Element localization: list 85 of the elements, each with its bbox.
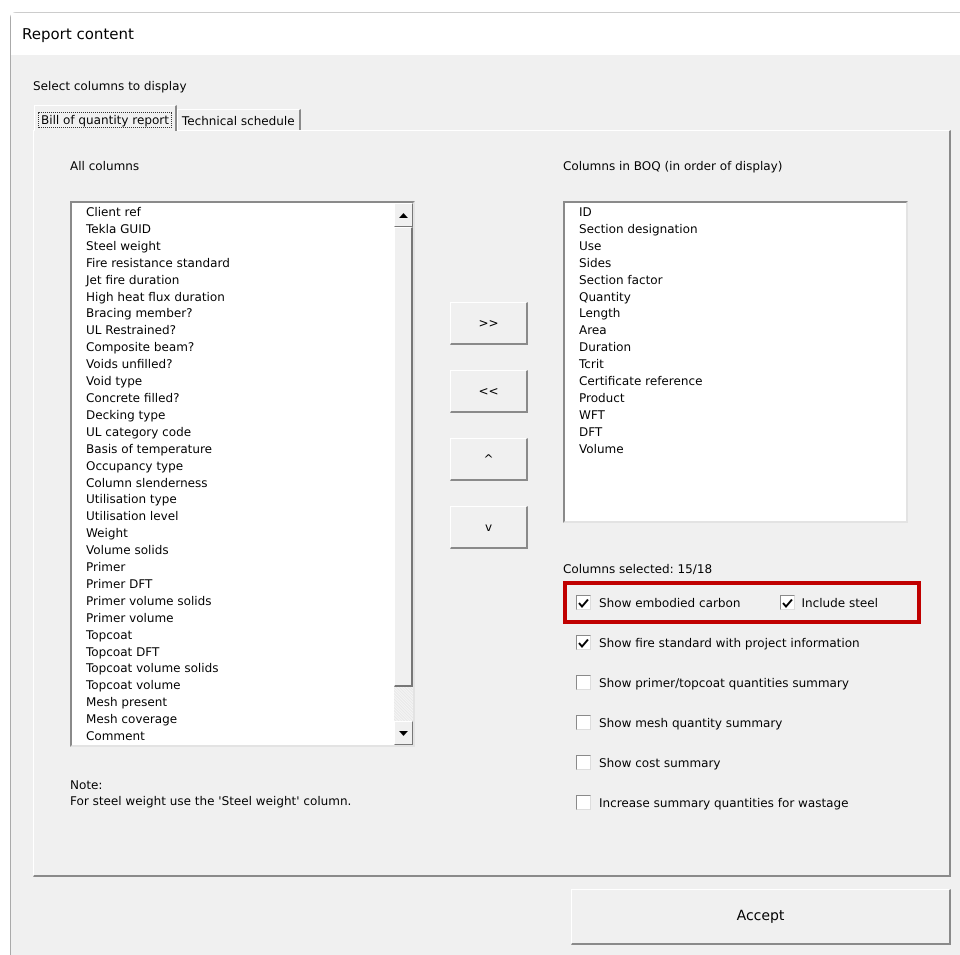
list-item[interactable]: Decking type — [86, 406, 394, 424]
list-item[interactable]: Utilisation level — [86, 508, 394, 526]
list-item[interactable]: Basis of temperature — [86, 440, 394, 458]
check-icon — [782, 598, 794, 608]
check-icon — [578, 598, 589, 608]
list-item[interactable]: Sides — [579, 254, 906, 272]
checkbox-label: Include steel — [801, 594, 878, 612]
list-label: All columns — [70, 159, 140, 173]
move-button[interactable]: << — [450, 370, 528, 413]
checkbox-label: Show embodied carbon — [599, 594, 740, 612]
list-item[interactable]: Quantity — [579, 288, 906, 306]
list-label: Columns in BOQ (in order of display) — [563, 159, 782, 173]
list-item[interactable]: Volume solids — [86, 542, 394, 560]
checkbox[interactable] — [576, 755, 591, 770]
triangle-down-icon — [399, 730, 408, 736]
list-item[interactable]: Bracing member? — [86, 305, 394, 322]
list-item[interactable]: Primer volume — [86, 610, 394, 627]
list-item[interactable]: Tcrit — [579, 356, 906, 374]
scroll-up-button[interactable] — [394, 203, 413, 227]
checkbox[interactable] — [576, 675, 591, 690]
list-item[interactable]: UL category code — [86, 424, 394, 441]
move-button[interactable]: ^ — [450, 438, 528, 481]
checkbox-label: Show fire standard with project information — [599, 634, 860, 652]
list-item[interactable]: Volume — [579, 440, 906, 458]
list-item[interactable]: Tekla GUID — [86, 220, 394, 238]
list-item[interactable]: Product — [579, 390, 906, 407]
checkbox-label: Increase summary quantities for wastage — [599, 794, 849, 812]
list-item[interactable]: Mesh present — [86, 694, 394, 712]
list-item[interactable]: Section designation — [579, 220, 906, 238]
list-item[interactable]: Section factor — [579, 272, 906, 289]
list-item[interactable]: Steel weight — [86, 238, 394, 255]
checkbox[interactable] — [780, 595, 796, 610]
list-item[interactable]: Certificate reference — [579, 373, 906, 390]
list-item[interactable]: Voids unfilled? — [86, 356, 394, 374]
list-item[interactable]: Primer DFT — [86, 576, 394, 593]
list-item[interactable]: Fire resistance standard — [86, 254, 394, 272]
list-item[interactable]: Topcoat volume — [86, 677, 394, 694]
list-item[interactable]: Void type — [86, 373, 394, 390]
list-item[interactable]: High heat flux duration — [86, 288, 394, 306]
scrollbar-thumb[interactable] — [394, 227, 413, 687]
note-title: Note: — [70, 777, 104, 793]
list-item[interactable]: Use — [579, 238, 906, 255]
scroll-down-button[interactable] — [394, 721, 413, 745]
list-item[interactable]: Topcoat — [86, 626, 394, 644]
list-item[interactable]: ID — [579, 204, 906, 221]
note-text: For steel weight use the 'Steel weight' column. — [70, 793, 352, 809]
triangle-up-icon — [399, 212, 408, 218]
list-item[interactable]: Client ref — [86, 204, 394, 221]
list-item[interactable]: WFT — [579, 406, 906, 424]
checkbox[interactable] — [576, 635, 591, 650]
list-item[interactable]: Weight — [86, 525, 394, 542]
list-item[interactable]: Area — [579, 322, 906, 340]
checkbox[interactable] — [576, 595, 591, 610]
list-item[interactable]: Topcoat DFT — [86, 644, 394, 660]
checkbox[interactable] — [576, 795, 591, 810]
tab[interactable]: Bill of quantity report — [34, 105, 177, 131]
columns-selected-count: Columns selected: 15/18 — [563, 562, 712, 576]
list-item[interactable]: Utilisation type — [86, 491, 394, 508]
list-item[interactable]: Mesh coverage — [86, 711, 394, 728]
list-item[interactable]: Primer — [86, 559, 394, 576]
list-item[interactable]: Composite beam? — [86, 339, 394, 356]
list-item[interactable]: Topcoat volume solids — [86, 660, 394, 678]
move-button[interactable]: v — [450, 506, 528, 549]
list-item[interactable]: UL Restrained? — [86, 322, 394, 340]
list-item[interactable]: Duration — [579, 339, 906, 356]
list-item[interactable]: Comment — [86, 728, 394, 745]
accept-button[interactable]: Accept — [571, 889, 951, 945]
list-item[interactable]: Occupancy type — [86, 458, 394, 474]
list-item[interactable]: Concrete filled? — [86, 390, 394, 407]
all-columns-list[interactable] — [70, 201, 415, 747]
boq-columns-list[interactable]: ID Section designation Use Sides Section factor Quantity Length Area Duration Tcrit Certificate reference Product WFT DFT Volume — [563, 201, 908, 523]
move-button[interactable]: >> — [450, 302, 528, 345]
list-item[interactable]: Primer volume solids — [86, 592, 394, 610]
checkbox-label: Show mesh quantity summary — [599, 714, 782, 732]
section-heading: Select columns to display — [33, 79, 187, 93]
check-icon — [578, 638, 589, 648]
tab[interactable]: Technical schedule — [176, 109, 301, 130]
list-item[interactable]: Jet fire duration — [86, 272, 394, 289]
list-item[interactable]: Column slenderness — [86, 474, 394, 492]
list-item[interactable]: DFT — [579, 424, 906, 441]
checkbox-label: Show primer/topcoat quantities summary — [599, 674, 849, 692]
checkbox[interactable] — [576, 715, 591, 730]
list-item[interactable]: Length — [579, 305, 906, 322]
checkbox-label: Show cost summary — [599, 754, 721, 772]
window-title: Report content — [22, 24, 134, 45]
